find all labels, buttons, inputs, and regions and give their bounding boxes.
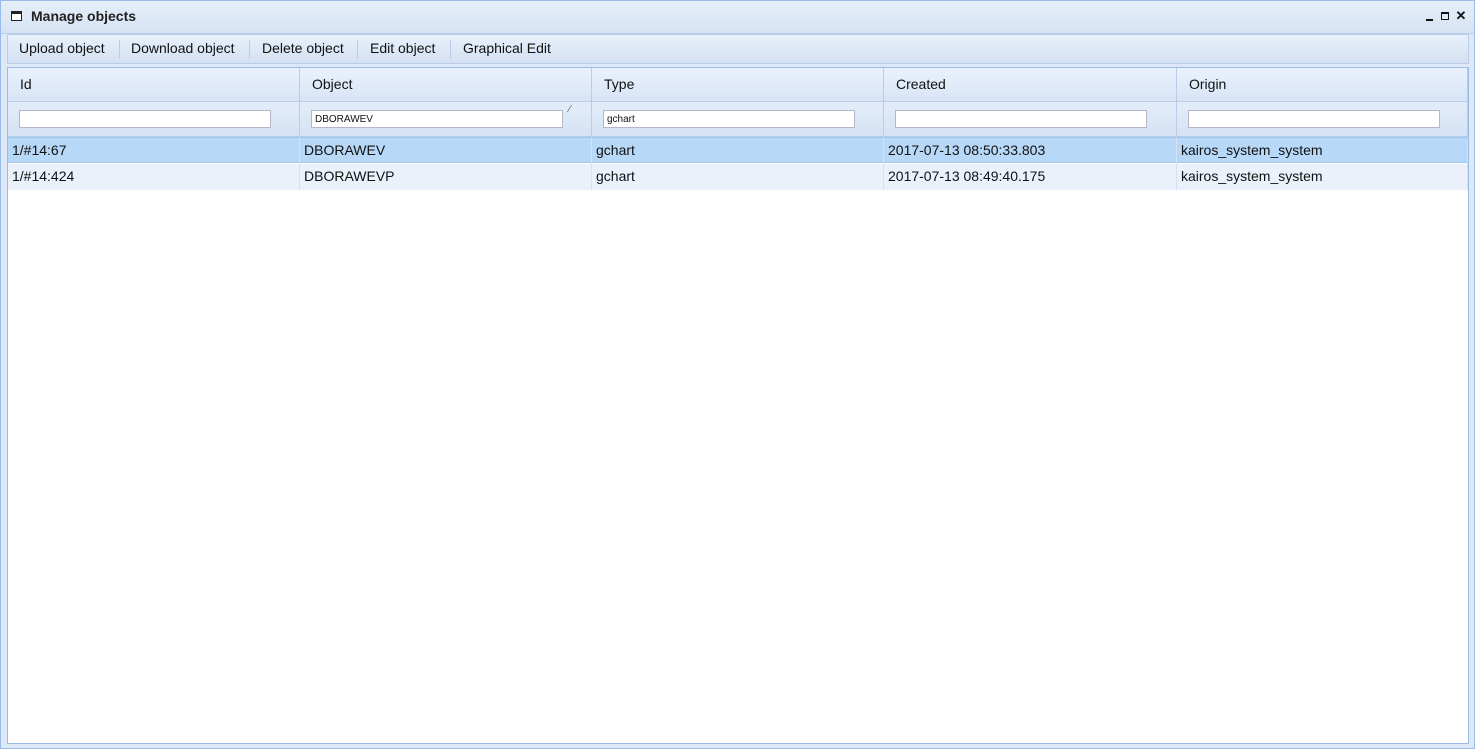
cell-type: gchart <box>592 164 884 190</box>
window-titlebar[interactable]: Manage objects ✕ <box>1 1 1474 34</box>
edit-object-button[interactable]: Edit object <box>370 40 435 56</box>
toolbar-separator <box>450 40 451 59</box>
manage-objects-window: Manage objects ✕ Upload object Download … <box>0 0 1475 749</box>
cell-id: 1/#14:424 <box>8 164 300 190</box>
toolbar-separator <box>119 40 120 59</box>
filter-input-object[interactable] <box>311 110 563 128</box>
download-object-button[interactable]: Download object <box>131 40 235 56</box>
column-header-type[interactable]: Type <box>592 68 884 101</box>
filter-cell-origin <box>1177 102 1468 136</box>
cell-type: gchart <box>592 138 884 164</box>
toolbar-separator <box>357 40 358 59</box>
filter-input-created[interactable] <box>895 110 1147 128</box>
cell-origin: kairos_system_system <box>1177 138 1468 164</box>
column-header-created[interactable]: Created <box>884 68 1177 101</box>
cell-object: DBORAWEVP <box>300 164 592 190</box>
table-row[interactable]: 1/#14:424 DBORAWEVP gchart 2017-07-13 08… <box>8 164 1468 190</box>
upload-object-button[interactable]: Upload object <box>19 40 105 56</box>
filter-cell-object: ⁄ <box>300 102 592 136</box>
graphical-edit-button[interactable]: Graphical Edit <box>463 40 551 56</box>
column-header-object[interactable]: Object <box>300 68 592 101</box>
toolbar: Upload object Download object Delete obj… <box>7 34 1469 64</box>
toolbar-separator <box>249 40 250 59</box>
filter-cell-id <box>8 102 300 136</box>
resize-handle-icon: ⁄ <box>569 104 571 115</box>
table-row[interactable]: 1/#14:67 DBORAWEV gchart 2017-07-13 08:5… <box>8 137 1468 164</box>
window-icon <box>11 11 22 21</box>
close-icon[interactable]: ✕ <box>1454 7 1468 25</box>
cell-created: 2017-07-13 08:50:33.803 <box>884 138 1177 164</box>
delete-object-button[interactable]: Delete object <box>262 40 344 56</box>
grid-filter-row: ⁄ <box>8 102 1468 137</box>
column-header-origin[interactable]: Origin <box>1177 68 1468 101</box>
cell-object: DBORAWEV <box>300 138 592 164</box>
minimize-icon[interactable] <box>1422 7 1436 25</box>
filter-input-id[interactable] <box>19 110 271 128</box>
column-header-id[interactable]: Id <box>8 68 300 101</box>
cell-origin: kairos_system_system <box>1177 164 1468 190</box>
filter-input-type[interactable] <box>603 110 855 128</box>
cell-created: 2017-07-13 08:49:40.175 <box>884 164 1177 190</box>
filter-cell-type <box>592 102 884 136</box>
cell-id: 1/#14:67 <box>8 138 300 164</box>
objects-grid: Id Object Type Created Origin ⁄ <box>7 67 1469 744</box>
maximize-icon[interactable] <box>1438 7 1452 25</box>
window-title: Manage objects <box>31 8 137 24</box>
filter-input-origin[interactable] <box>1188 110 1440 128</box>
filter-cell-created <box>884 102 1177 136</box>
grid-header-row: Id Object Type Created Origin <box>8 68 1468 102</box>
